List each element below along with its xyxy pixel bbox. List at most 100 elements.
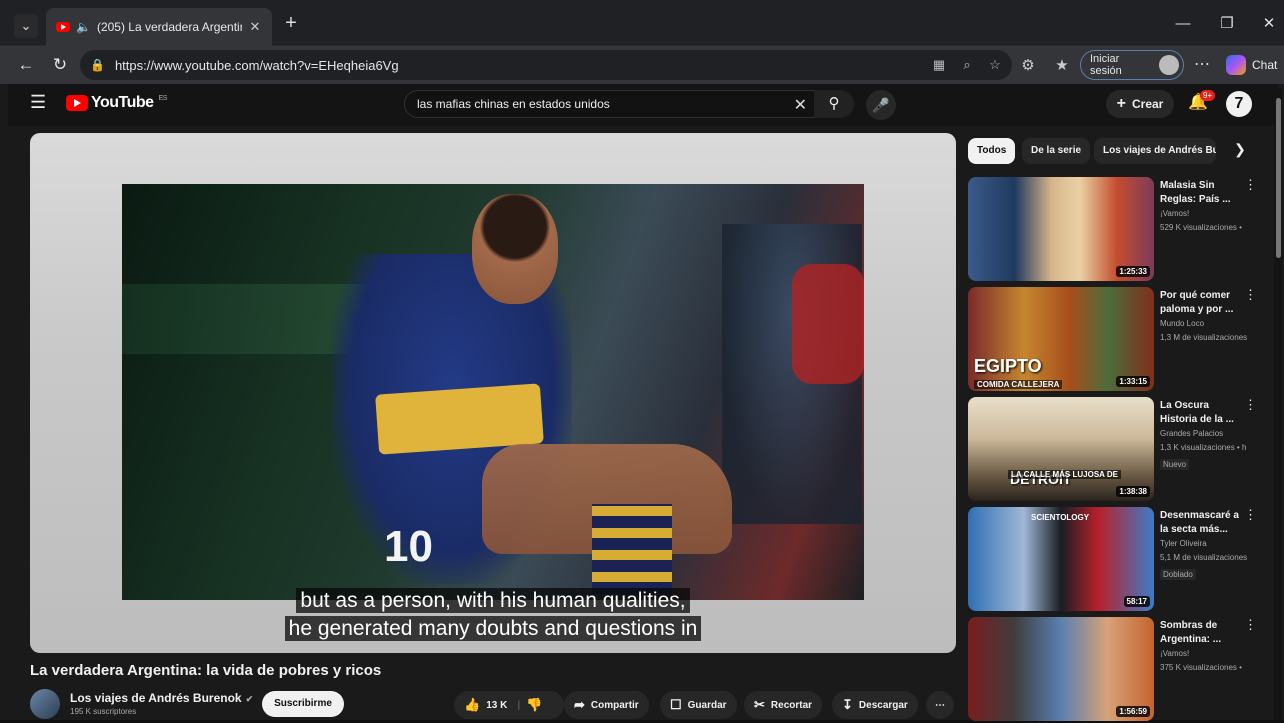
kebab-menu-icon[interactable]: ⋮ (1244, 397, 1257, 413)
kebab-menu-icon[interactable]: ⋮ (1244, 507, 1257, 523)
download-icon: ↧ (842, 697, 853, 712)
recommendation-item[interactable]: DETROIT LA CALLE MÁS LUJOSA DE 1:38:38 L… (968, 397, 1268, 503)
kebab-menu-icon[interactable]: ⋮ (1244, 287, 1257, 303)
save-button[interactable]: ☐ Guardar (660, 691, 737, 719)
clip-label: Recortar (770, 699, 813, 711)
subscribe-button[interactable]: Suscribirme (262, 691, 344, 717)
rec-channel[interactable]: Grandes Palacios (1160, 429, 1223, 438)
clip-button[interactable]: ✂ Recortar (744, 691, 823, 719)
chip-channel[interactable]: Los viajes de Andrés Bu (1094, 138, 1216, 164)
profile-avatar-icon (1159, 55, 1179, 75)
channel-name[interactable]: Los viajes de Andrés Burenok ✔ (70, 691, 253, 705)
thumbnail[interactable]: 1:56:59 (968, 617, 1154, 721)
minimize-icon[interactable]: — (1168, 12, 1198, 36)
rec-channel[interactable]: ¡Vamos! (1160, 209, 1189, 218)
lock-icon[interactable]: 🔒 (90, 58, 105, 72)
channel-name-text: Los viajes de Andrés Burenok (70, 691, 242, 705)
tab-close-icon[interactable]: ✕ (248, 19, 262, 35)
dislike-icon[interactable]: 👎 (526, 697, 542, 713)
rec-title[interactable]: Malasia Sin Reglas: País ... (1160, 179, 1244, 207)
recommendation-item[interactable]: SCIENTOLOGY 58:17 Desenmascaré a la sect… (968, 507, 1268, 613)
download-button[interactable]: ↧ Descargar (832, 691, 918, 719)
search-input[interactable]: las mafias chinas en estados unidos ✕ (404, 90, 816, 118)
scrollbar-thumb[interactable] (1276, 98, 1281, 258)
video-title: La verdadera Argentina: la vida de pobre… (30, 662, 382, 679)
rec-channel[interactable]: Tyler Oliveira (1160, 539, 1207, 548)
zoom-icon[interactable]: ⌕ (958, 56, 976, 74)
rec-title[interactable]: Desenmascaré a la secta más... (1160, 509, 1244, 537)
thumbnail[interactable]: DETROIT LA CALLE MÁS LUJOSA DE 1:38:38 (968, 397, 1154, 501)
rec-title[interactable]: La Oscura Historia de la ... (1160, 399, 1244, 427)
video-frame: 10 (122, 184, 864, 600)
footballer-head (472, 194, 558, 304)
copilot-chat-button[interactable]: Chat (1226, 52, 1284, 78)
microphone-icon[interactable]: 🎤 (866, 90, 896, 120)
create-button[interactable]: + Crear (1106, 90, 1174, 118)
rec-title[interactable]: Sombras de Argentina: ... (1160, 619, 1244, 647)
rec-channel[interactable]: ¡Vamos! (1160, 649, 1189, 658)
more-actions-icon[interactable]: ⋯ (926, 691, 954, 719)
thumbnail[interactable]: SCIENTOLOGY 58:17 (968, 507, 1154, 611)
share-label: Compartir (590, 699, 639, 711)
reload-icon[interactable]: ↻ (48, 54, 72, 76)
url-text: https://www.youtube.com/watch?v=EHeqheia… (114, 57, 399, 73)
save-label: Guardar (687, 699, 727, 711)
scissors-icon: ✂ (754, 697, 765, 712)
youtube-logo[interactable]: YouTube ES (66, 94, 167, 112)
thumbnail[interactable]: EGIPTO COMIDA CALLEJERA 1:33:15 (968, 287, 1154, 391)
divider: | (517, 699, 521, 711)
duration-badge: 1:56:59 (1116, 706, 1150, 717)
chevron-right-icon[interactable]: ❯ (1230, 141, 1250, 158)
like-icon[interactable]: 👍 (464, 697, 480, 713)
kebab-menu-icon[interactable]: ⋮ (1244, 617, 1257, 633)
favorites-icon[interactable]: ★ (1052, 56, 1072, 76)
signin-button[interactable]: Iniciar sesión (1080, 50, 1184, 80)
window-close-icon[interactable]: ✕ (1254, 12, 1284, 36)
signin-label: Iniciar sesión (1090, 53, 1122, 77)
new-tab-icon[interactable]: + (280, 13, 302, 35)
rec-views: 375 K visualizaciones • (1160, 663, 1242, 672)
recommendation-item[interactable]: EGIPTO COMIDA CALLEJERA 1:33:15 Por qué … (968, 287, 1268, 393)
chip-todos[interactable]: Todos (968, 138, 1016, 164)
rec-channel[interactable]: Mundo Loco (1160, 319, 1204, 328)
subscriber-count: 195 K suscriptores (70, 707, 137, 716)
youtube-favicon-icon (56, 22, 70, 32)
chip-de-la-serie[interactable]: De la serie (1022, 138, 1091, 164)
plus-icon: + (1116, 95, 1126, 112)
rec-title[interactable]: Por qué comer paloma y por ... (1160, 289, 1244, 317)
tab-list-chevron-icon[interactable]: ⌄ (14, 14, 38, 38)
app-available-icon[interactable]: ▦ (930, 56, 948, 74)
tab-active[interactable]: 🔈 (205) La verdadera Argentina ✕ (46, 8, 272, 46)
thumb-text: EGIPTO (974, 356, 1042, 376)
recommendation-item[interactable]: 1:56:59 Sombras de Argentina: ... ¡Vamos… (968, 617, 1268, 723)
share-button[interactable]: ➦ Compartir (564, 691, 649, 719)
clear-search-icon[interactable]: ✕ (794, 95, 807, 115)
address-bar-row: ← ↻ 🔒 https://www.youtube.com/watch?v=EH… (0, 46, 1284, 84)
download-label: Descargar (858, 699, 908, 711)
duration-badge: 1:25:33 (1116, 266, 1150, 277)
verified-check-icon: ✔ (245, 694, 254, 704)
channel-avatar[interactable] (30, 689, 60, 719)
url-field[interactable]: 🔒 https://www.youtube.com/watch?v=EHeqhe… (80, 50, 1012, 80)
notifications-bell-icon[interactable]: 🔔 9+ (1186, 90, 1216, 116)
photographer-red-coat (792, 264, 864, 384)
kebab-menu-icon[interactable]: ⋮ (1244, 177, 1257, 193)
hamburger-menu-icon[interactable]: ☰ (30, 93, 48, 111)
audio-playing-icon[interactable]: 🔈 (76, 20, 91, 34)
favorite-star-icon[interactable]: ☆ (986, 56, 1004, 74)
browser-menu-icon[interactable]: ⋯ (1192, 54, 1212, 74)
youtube-header: ☰ YouTube ES las mafias chinas en estado… (8, 84, 1278, 126)
search-icon[interactable]: ⚲ (814, 90, 854, 118)
account-avatar[interactable]: 7 (1226, 91, 1252, 117)
caption-text-1: but as a person, with his human qualitie… (296, 588, 690, 613)
video-player[interactable]: 10 but as a person, with his human quali… (30, 133, 956, 653)
recommendation-item[interactable]: 1:25:33 Malasia Sin Reglas: País ... ¡Va… (968, 177, 1268, 283)
caption-line-2: he generated many doubts and questions i… (30, 616, 956, 641)
back-icon[interactable]: ← (14, 54, 38, 76)
extensions-icon[interactable]: ⚙ (1018, 56, 1038, 76)
new-badge: Nuevo (1160, 459, 1190, 470)
rec-views: 1,3 M de visualizaciones (1160, 333, 1248, 342)
url-actions: ▦ ⌕ ☆ (930, 56, 1004, 74)
thumbnail[interactable]: 1:25:33 (968, 177, 1154, 281)
maximize-icon[interactable]: ❐ (1212, 12, 1242, 36)
